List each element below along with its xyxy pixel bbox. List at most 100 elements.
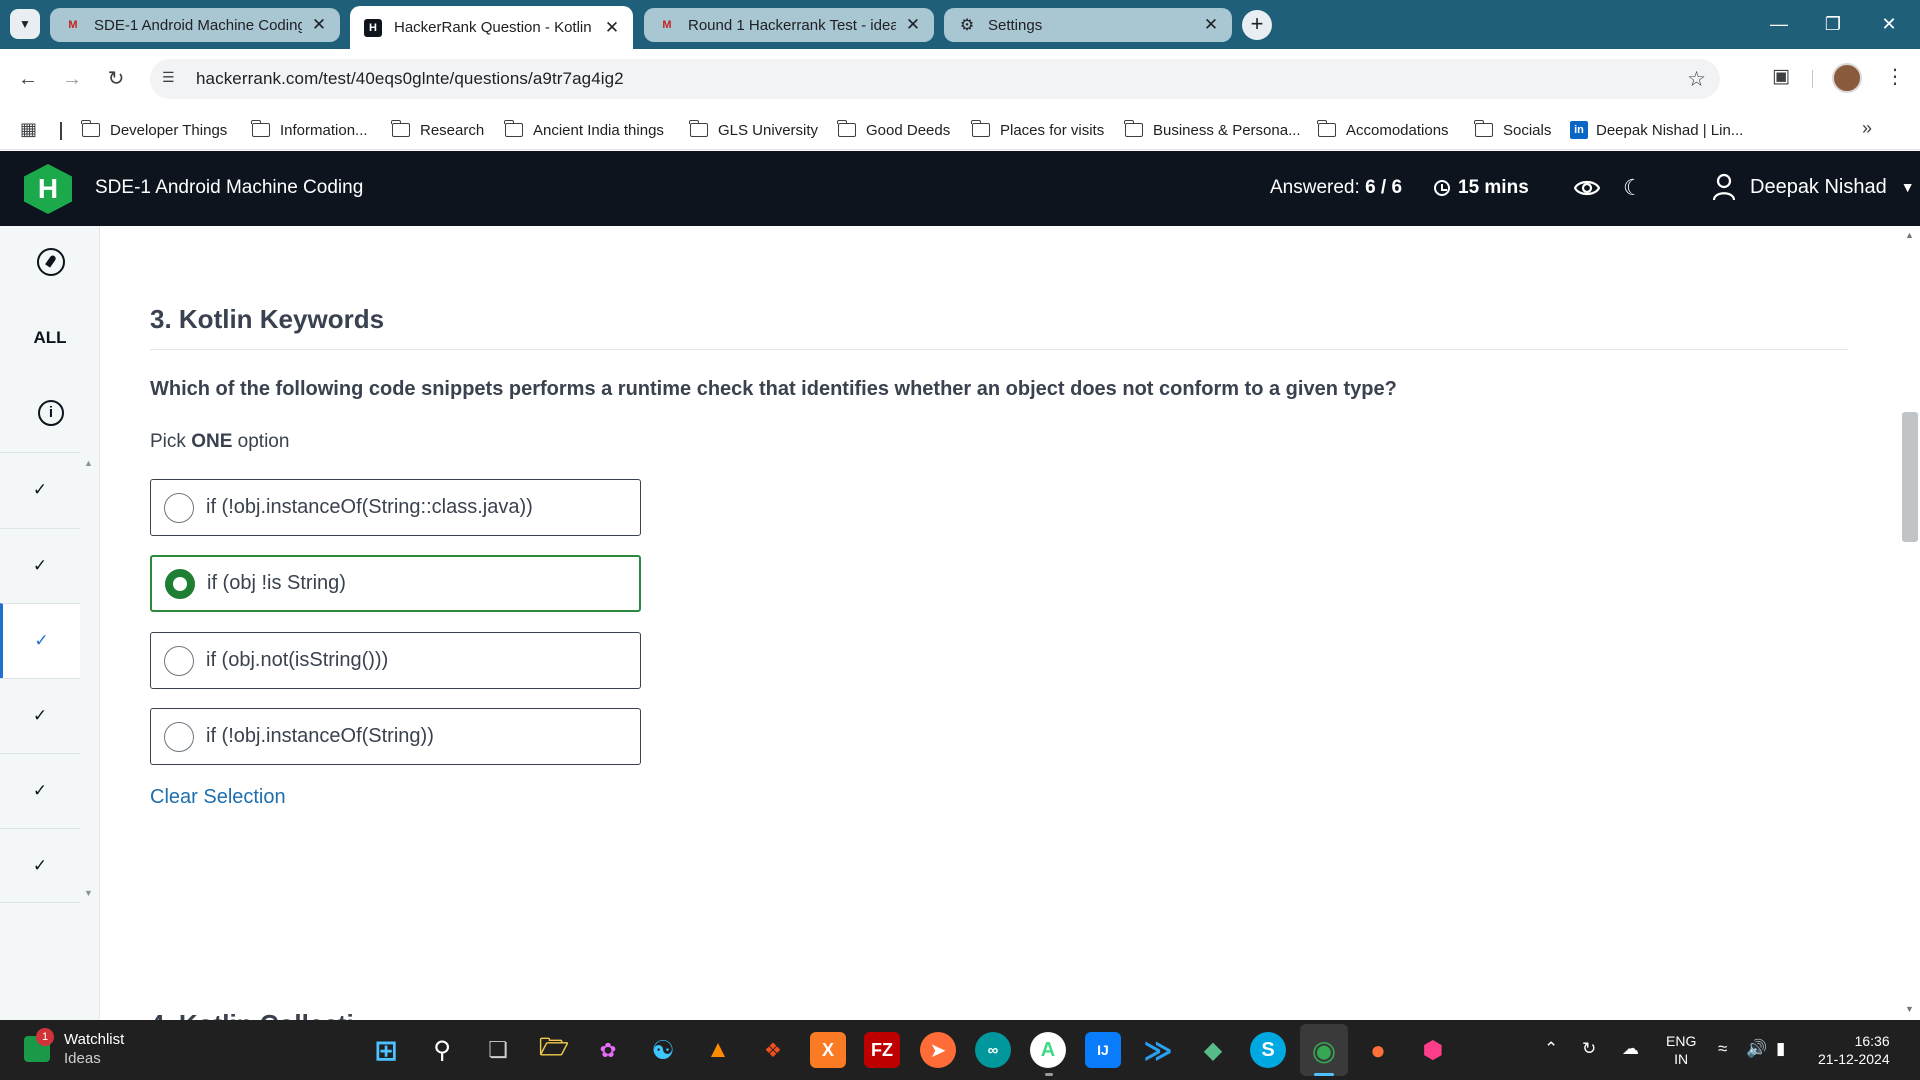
page-scrollbar[interactable]: ▲ ▼ — [1900, 226, 1920, 1020]
all-questions-button[interactable]: ALL — [0, 328, 100, 348]
bookmark-places-for-visits[interactable]: Places for visits — [971, 119, 1104, 141]
bookmark-gls-university[interactable]: GLS University — [689, 119, 818, 141]
filezilla-icon[interactable]: FZ — [864, 1032, 900, 1068]
back-arrow-icon[interactable]: ← — [12, 63, 44, 95]
file-explorer-icon[interactable]: 🗁 — [536, 1032, 572, 1068]
chrome-icon[interactable]: ◉ — [1306, 1032, 1342, 1068]
checkmark-icon: ✓ — [32, 706, 48, 725]
tab-sde1-gmail[interactable]: M SDE-1 Android Machine Coding ✕ — [50, 8, 340, 42]
address-bar[interactable]: ☰ hackerrank.com/test/40eqs0glnte/questi… — [150, 59, 1720, 99]
bookmark-socials[interactable]: Socials — [1474, 119, 1551, 141]
compass-icon[interactable] — [37, 248, 65, 276]
close-tab-icon[interactable]: ✕ — [310, 15, 328, 35]
answer-option-1[interactable]: if (!obj.instanceOf(String::class.java)) — [150, 479, 641, 536]
scroll-up-arrow-icon[interactable]: ▲ — [84, 458, 93, 468]
copilot-icon[interactable]: ✿ — [590, 1032, 626, 1068]
bookmark-ancient-india[interactable]: Ancient India things — [504, 119, 664, 141]
postman-icon[interactable]: ➤ — [920, 1032, 956, 1068]
vscode-icon[interactable]: ≫ — [1140, 1032, 1176, 1068]
bookmark-linkedin[interactable]: in Deepak Nishad | Lin... — [1570, 119, 1743, 141]
show-hidden-icons-chevron-icon[interactable]: ⌃ — [1544, 1039, 1558, 1059]
tab-search-chevron-icon[interactable]: ▼ — [10, 9, 40, 39]
volume-icon[interactable]: 🔊 — [1746, 1039, 1767, 1059]
bookmark-information[interactable]: Information... — [251, 119, 368, 141]
new-tab-button[interactable]: + — [1242, 10, 1272, 40]
question-nav-item-2[interactable]: ✓ — [0, 528, 80, 603]
radio-button[interactable] — [164, 721, 194, 752]
more-bookmarks-icon[interactable]: » — [1862, 118, 1872, 139]
clock-icon — [1434, 180, 1450, 196]
question-nav-item-1[interactable]: ✓ — [0, 452, 80, 527]
bookmark-business[interactable]: Business & Persona... — [1124, 119, 1301, 141]
bookmark-star-icon[interactable]: ☆ — [1687, 67, 1706, 92]
close-tab-icon[interactable]: ✕ — [904, 15, 922, 35]
bookmark-accomodations[interactable]: Accomodations — [1317, 119, 1449, 141]
user-menu[interactable]: Deepak Nishad ▼ — [1712, 173, 1915, 201]
clear-selection-link[interactable]: Clear Selection — [150, 786, 286, 809]
firefox-icon[interactable]: ● — [1360, 1032, 1396, 1068]
close-window-icon[interactable]: ✕ — [1866, 8, 1912, 40]
url-text[interactable]: hackerrank.com/test/40eqs0glnte/question… — [196, 69, 624, 89]
vlc-icon[interactable]: ▲ — [700, 1032, 736, 1068]
bookmark-research[interactable]: Research — [391, 119, 484, 141]
info-icon[interactable]: i — [38, 400, 64, 426]
browser-menu-icon[interactable]: ⋮ — [1880, 62, 1910, 92]
answer-option-3[interactable]: if (obj.not(isString())) — [150, 632, 641, 689]
answer-option-2[interactable]: if (obj !is String) — [150, 555, 641, 612]
question-nav-item-6[interactable]: ✓ — [0, 828, 80, 903]
gmail-icon: M — [68, 19, 78, 31]
tab-round1-gmail[interactable]: M Round 1 Hackerrank Test - idea ✕ — [644, 8, 934, 42]
sync-icon[interactable]: ↻ — [1582, 1039, 1596, 1059]
logo-letter: H — [37, 173, 59, 204]
edge-browser-icon[interactable]: ☯ — [645, 1032, 681, 1068]
system-clock[interactable]: 16:36 21-12-2024 — [1818, 1032, 1890, 1068]
dark-mode-moon-icon[interactable]: ☾ — [1623, 175, 1643, 201]
arduino-icon[interactable]: ∞ — [975, 1032, 1011, 1068]
radio-button[interactable] — [164, 492, 194, 523]
answer-option-4[interactable]: if (!obj.instanceOf(String)) — [150, 708, 641, 765]
figma-icon[interactable]: ❖ — [755, 1032, 791, 1068]
git-icon[interactable]: ◆ — [1195, 1032, 1231, 1068]
apps-grid-icon[interactable]: ▦ — [20, 119, 37, 140]
extensions-puzzle-icon[interactable]: ▣ — [1766, 62, 1796, 92]
question-nav-item-4[interactable]: ✓ — [0, 678, 80, 753]
profile-avatar[interactable] — [1832, 63, 1862, 93]
site-info-icon[interactable]: ☰ — [162, 69, 182, 89]
language-indicator[interactable]: ENG IN — [1666, 1032, 1696, 1068]
watchlist-widget[interactable]: 1 Watchlist Ideas — [24, 1028, 124, 1068]
xampp-icon[interactable]: X — [810, 1032, 846, 1068]
scrollbar-thumb[interactable] — [1902, 412, 1918, 542]
tab-hackerrank-question[interactable]: H HackerRank Question - Kotlin K ✕ — [350, 6, 633, 49]
question-nav-item-5[interactable]: ✓ — [0, 753, 80, 828]
hackerrank-logo[interactable]: H — [24, 164, 72, 214]
folder-icon — [689, 120, 708, 137]
android-studio-icon[interactable]: A — [1030, 1032, 1066, 1068]
question-nav-item-3[interactable]: ✓ — [0, 603, 80, 678]
minimize-window-icon[interactable]: — — [1756, 8, 1802, 40]
scroll-up-arrow-icon[interactable]: ▲ — [1905, 230, 1914, 240]
battery-icon[interactable]: ▮ — [1776, 1039, 1785, 1059]
bookmark-good-deeds[interactable]: Good Deeds — [837, 119, 950, 141]
reload-icon[interactable]: ↻ — [100, 63, 132, 95]
wifi-icon[interactable]: ≈ — [1718, 1039, 1727, 1059]
tab-settings[interactable]: ⚙ Settings ✕ — [944, 8, 1232, 42]
time-remaining: 15 mins — [1434, 177, 1529, 199]
cube-app-icon[interactable]: ⬢ — [1415, 1032, 1451, 1068]
option-label: if (obj !is String) — [207, 572, 346, 594]
scroll-down-arrow-icon[interactable]: ▼ — [1905, 1004, 1914, 1014]
search-icon[interactable]: ⚲ — [424, 1032, 460, 1068]
close-tab-icon[interactable]: ✕ — [1202, 15, 1220, 35]
restore-window-icon[interactable]: ❐ — [1810, 8, 1856, 40]
onedrive-cloud-icon[interactable]: ☁ — [1622, 1039, 1639, 1059]
forward-arrow-icon[interactable]: → — [56, 63, 88, 95]
windows-start-icon[interactable]: ⊞ — [368, 1032, 404, 1068]
close-tab-icon[interactable]: ✕ — [603, 18, 621, 38]
bookmark-developer-things[interactable]: Developer Things — [81, 119, 227, 141]
eye-icon[interactable] — [1574, 177, 1600, 199]
intellij-icon[interactable]: IJ — [1085, 1032, 1121, 1068]
radio-button[interactable] — [164, 645, 194, 676]
skype-icon[interactable]: S — [1250, 1032, 1286, 1068]
radio-button-selected[interactable] — [165, 568, 195, 599]
task-view-icon[interactable]: ❏ — [480, 1032, 516, 1068]
scroll-down-arrow-icon[interactable]: ▼ — [84, 888, 93, 898]
